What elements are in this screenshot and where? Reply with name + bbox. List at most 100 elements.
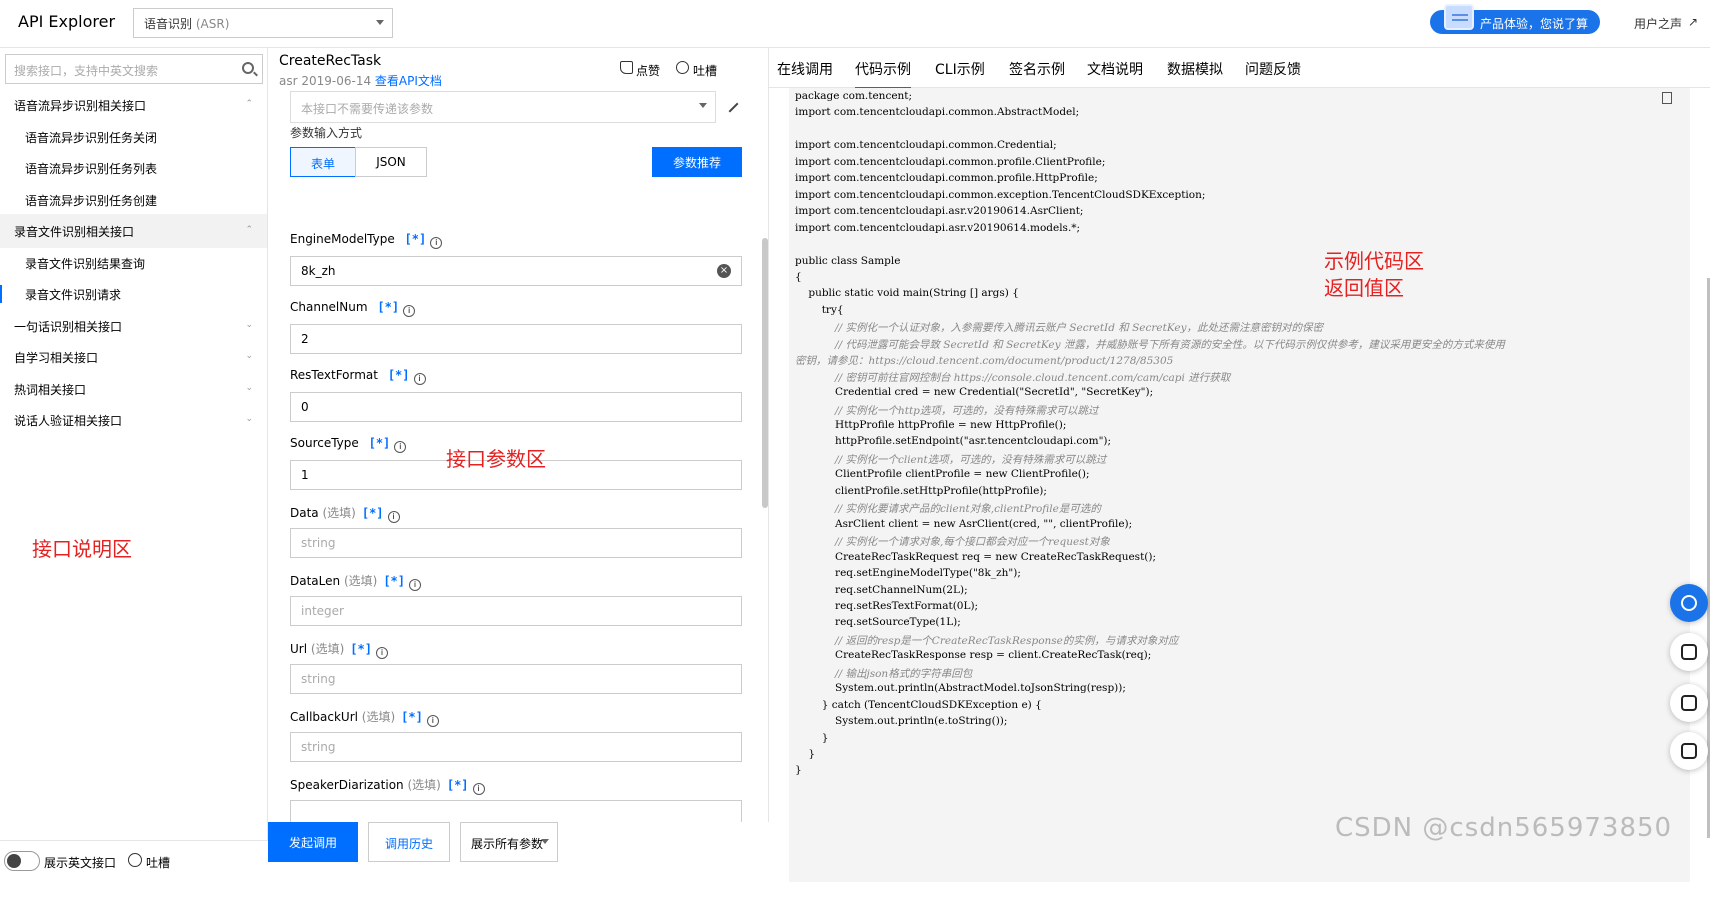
- info-icon[interactable]: i: [472, 783, 485, 795]
- tab-5[interactable]: 文档说明: [1087, 59, 1143, 79]
- search-input[interactable]: 搜索接口，支持中英文搜索: [5, 54, 263, 84]
- thumbs-up-icon[interactable]: [620, 61, 633, 74]
- param-input[interactable]: 8k_zh ×: [290, 256, 742, 286]
- param-star-link[interactable]: [*]: [401, 710, 423, 724]
- smile-icon[interactable]: [676, 61, 689, 74]
- code-line: // 实例化要请求产品的client对象,clientProfile是可选的: [795, 503, 1101, 516]
- info-icon[interactable]: i: [375, 647, 388, 659]
- code-line: clientProfile.setHttpProfile(httpProfile…: [795, 484, 1047, 497]
- send-request-button[interactable]: 发起调用: [268, 822, 358, 862]
- param-input[interactable]: string: [290, 528, 742, 558]
- sidebar-group[interactable]: 录音文件识别相关接口 ⌃: [0, 214, 267, 248]
- tab-1[interactable]: 在线调用: [777, 59, 833, 79]
- code-line: }: [795, 748, 816, 760]
- smile-icon[interactable]: [128, 853, 142, 867]
- search-icon[interactable]: [242, 62, 254, 74]
- param-star-link[interactable]: [*]: [405, 232, 427, 246]
- sidebar-item-label: 自学习相关接口: [14, 351, 99, 365]
- info-icon[interactable]: i: [409, 579, 422, 591]
- tab-4[interactable]: 签名示例: [1009, 59, 1065, 79]
- param-star-link[interactable]: [*]: [377, 300, 399, 314]
- tab-2[interactable]: 代码示例: [855, 59, 911, 89]
- param-name: SpeakerDiarization: [290, 778, 404, 792]
- external-link-icon[interactable]: ↗: [1688, 15, 1698, 29]
- tab-6[interactable]: 数据模拟: [1167, 59, 1223, 79]
- code-tabs: 在线调用 代码示例 CLI示例 签名示例 文档说明 数据模拟 问题反馈: [769, 48, 1710, 89]
- edit-icon[interactable]: [721, 95, 739, 113]
- annotation-code-line1: 示例代码区: [1324, 249, 1424, 273]
- sidebar-subitem[interactable]: 录音文件识别结果查询: [0, 246, 267, 280]
- user-voice-link[interactable]: 用户之声: [1634, 15, 1682, 32]
- json-mode-button[interactable]: JSON: [355, 147, 427, 177]
- recommend-params-button[interactable]: 参数推荐: [652, 147, 742, 177]
- sidebar-item-label: 录音文件识别结果查询: [25, 256, 146, 271]
- info-icon[interactable]: i: [430, 237, 443, 249]
- show-all-params-label: 展示所有参数: [471, 837, 544, 851]
- info-icon[interactable]: i: [394, 441, 407, 453]
- sidebar-group[interactable]: 语音流异步识别相关接口 ⌃: [0, 88, 267, 122]
- copy-icon[interactable]: [1662, 92, 1672, 104]
- annotation-params-area: 接口参数区: [446, 447, 546, 471]
- param-input[interactable]: 2: [290, 324, 742, 354]
- code-line: System.out.println(AbstractModel.toJsonS…: [795, 682, 1126, 695]
- english-interface-toggle[interactable]: [4, 851, 40, 871]
- info-icon[interactable]: i: [426, 715, 439, 727]
- chevron-icon: ⌄: [245, 319, 253, 330]
- info-icon[interactable]: i: [413, 373, 426, 385]
- param-star-link[interactable]: [*]: [350, 642, 372, 656]
- param-star-link[interactable]: [*]: [362, 506, 384, 520]
- headset-icon: [1681, 595, 1697, 611]
- param-input[interactable]: integer: [290, 596, 742, 626]
- info-icon[interactable]: i: [387, 511, 400, 523]
- code-line: import com.tencentcloudapi.asr.v20190614…: [795, 221, 1081, 234]
- param-input[interactable]: string: [290, 732, 742, 762]
- param-name: DataLen: [290, 574, 341, 588]
- sidebar-group[interactable]: 自学习相关接口 ⌄: [0, 340, 267, 374]
- hidden-param-field[interactable]: 本接口不需要传递该参数: [290, 91, 716, 123]
- complain-button[interactable]: 吐槽: [693, 62, 717, 79]
- cloud-button[interactable]: [1670, 633, 1708, 671]
- sidebar-group[interactable]: 热词相关接口 ⌄: [0, 372, 267, 406]
- tab-3[interactable]: CLI示例: [935, 59, 985, 79]
- code-panel: 在线调用 代码示例 CLI示例 签名示例 文档说明 数据模拟 问题反馈 示例代码区 返回值区…: [769, 48, 1710, 882]
- sidebar-subitem[interactable]: 语音流异步识别任务关闭: [0, 120, 267, 154]
- sidebar-subitem[interactable]: 语音流异步识别任务列表: [0, 151, 267, 185]
- clear-icon[interactable]: ×: [717, 264, 731, 278]
- sidebar-group[interactable]: 说话人验证相关接口 ⌄: [0, 403, 267, 437]
- book-button[interactable]: [1670, 684, 1708, 722]
- list-button[interactable]: [1670, 732, 1708, 770]
- param-star-link[interactable]: [*]: [447, 778, 469, 792]
- code-line: }: [795, 764, 802, 777]
- code-line: // 密钥可前往官网控制台 https://console.cloud.tenc…: [795, 371, 1231, 384]
- param-input[interactable]: string: [290, 664, 742, 694]
- code-line: // 代码泄露可能会导致 SecretId 和 SecretKey 泄露，并威胁…: [795, 338, 1505, 351]
- feedback-link[interactable]: 吐槽: [146, 854, 170, 871]
- support-button[interactable]: [1670, 584, 1708, 622]
- call-history-button[interactable]: 调用历史: [368, 822, 450, 862]
- info-icon[interactable]: i: [403, 305, 416, 317]
- param-input[interactable]: [290, 800, 742, 822]
- toggle-label: 展示英文接口: [44, 856, 117, 870]
- param-star-link[interactable]: [*]: [383, 574, 405, 588]
- sidebar-subitem[interactable]: 语音流异步识别任务创建: [0, 183, 267, 217]
- form-mode-button[interactable]: 表单: [290, 147, 356, 177]
- tab-7[interactable]: 问题反馈: [1245, 59, 1301, 79]
- code-line: }: [795, 731, 829, 744]
- sidebar-subitem[interactable]: 录音文件识别请求: [0, 277, 267, 311]
- api-doc-link[interactable]: 查看API文档: [375, 74, 442, 88]
- show-all-params-dropdown[interactable]: 展示所有参数: [460, 822, 558, 862]
- cloud-icon: [1681, 644, 1697, 660]
- param-value: 2: [301, 332, 309, 346]
- sidebar-group[interactable]: 一句话识别相关接口 ⌄: [0, 309, 267, 343]
- params-scrollbar[interactable]: [762, 238, 768, 508]
- code-line: // 返回的resp是一个CreateRecTaskResponse的实例，与请…: [795, 634, 1179, 647]
- param-input[interactable]: 0: [290, 392, 742, 422]
- sidebar-item-label: 录音文件识别请求: [25, 288, 122, 302]
- param-star-link[interactable]: [*]: [369, 436, 391, 450]
- like-button[interactable]: 点赞: [636, 62, 660, 79]
- param-name: CallbackUrl: [290, 710, 358, 724]
- code-line: // 实例化一个client选项，可选的，没有特殊需求可以跳过: [795, 453, 1107, 466]
- promo-banner[interactable]: 产品体验，您说了算: [1430, 4, 1600, 34]
- product-select[interactable]: 语音识别 (ASR): [133, 8, 393, 38]
- param-star-link[interactable]: [*]: [388, 368, 410, 382]
